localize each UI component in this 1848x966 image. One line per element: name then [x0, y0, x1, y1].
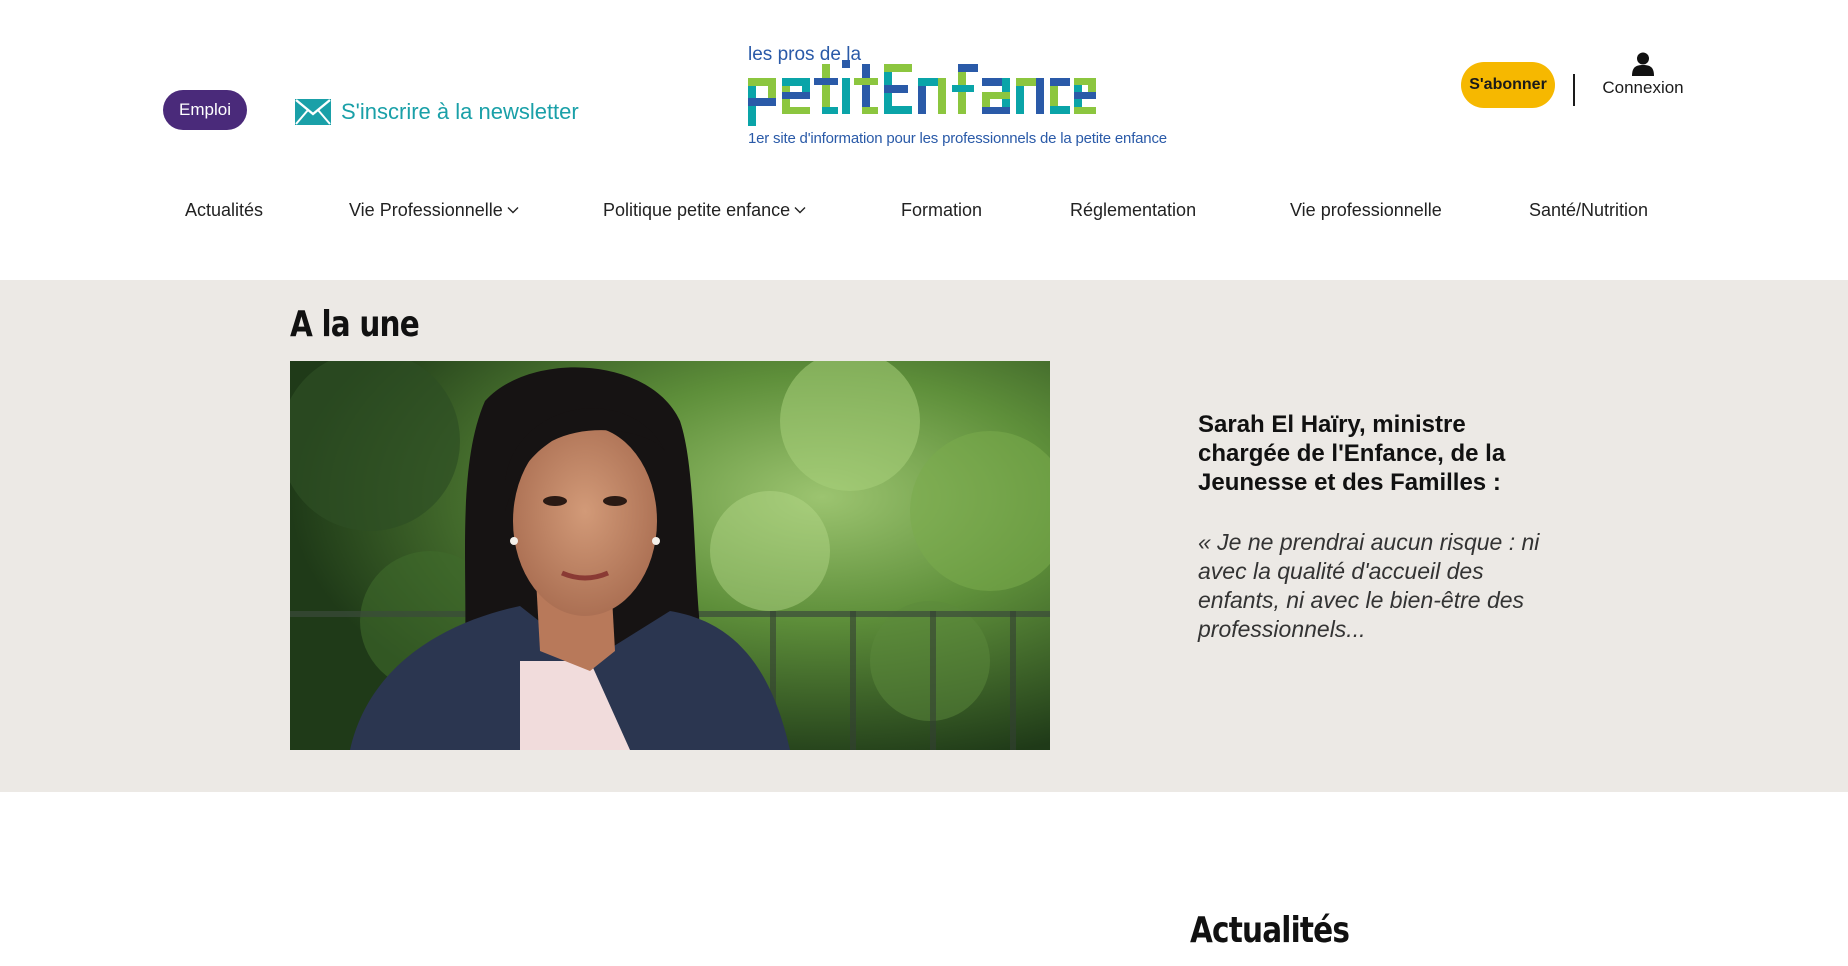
nav-item-vie-professionnelle[interactable]: Vie professionnelle — [1290, 193, 1442, 227]
nav-item-label: Santé/Nutrition — [1529, 199, 1649, 220]
nav-item-sante-nutrition[interactable]: Santé/Nutrition — [1529, 193, 1648, 227]
nav-item-label: Réglementation — [1070, 199, 1197, 220]
featured-section: A la une Sarah El Haïry, ministre chargé… — [0, 280, 1848, 792]
nav-item-label: Vie professionnelle — [1290, 199, 1442, 220]
newsletter-link[interactable]: S'inscrire à la newsletter — [295, 96, 579, 128]
emploi-button[interactable]: Emploi — [163, 90, 247, 130]
envelope-icon — [295, 99, 331, 125]
main-nav: Actualités Vie Professionnelle Politique… — [0, 193, 1848, 227]
nav-item-label: Formation — [901, 199, 983, 220]
nav-item-label: Politique petite enfance — [603, 199, 791, 220]
nav-item-vie-professionnelle-dropdown[interactable]: Vie Professionnelle — [349, 193, 519, 227]
newsletter-label: S'inscrire à la newsletter — [341, 99, 579, 124]
site-logo[interactable]: les pros de la 1er site d'information po… — [744, 34, 1167, 152]
featured-quote: « Je ne prendrai aucun risque : ni avec … — [1198, 529, 1540, 642]
featured-photo[interactable] — [290, 361, 1050, 750]
nav-item-actualites[interactable]: Actualités — [185, 193, 263, 227]
header-divider — [1573, 74, 1575, 106]
subscribe-button[interactable]: S'abonner — [1461, 62, 1555, 108]
login-link[interactable]: Connexion — [1598, 52, 1688, 98]
section-title-actualites: Actualités — [1190, 910, 1350, 951]
user-icon — [1632, 52, 1654, 76]
portrait-photo — [290, 361, 1050, 750]
nav-item-formation[interactable]: Formation — [901, 193, 982, 227]
chevron-down-icon — [794, 207, 806, 214]
logo-wordmark — [748, 60, 1096, 126]
nav-item-politique-petite-enfance[interactable]: Politique petite enfance — [603, 193, 806, 227]
section-title-a-la-une: A la une — [290, 304, 420, 345]
site-header: Emploi S'inscrire à la newsletter les pr… — [0, 0, 1848, 280]
login-label: Connexion — [1602, 78, 1684, 97]
chevron-down-icon — [507, 207, 519, 214]
nav-item-label: Actualités — [185, 199, 264, 220]
logo-tagline: 1er site d'information pour les professi… — [748, 130, 1167, 147]
nav-item-label: Vie Professionnelle — [349, 199, 503, 220]
featured-headline[interactable]: Sarah El Haïry, ministre chargée de l'En… — [1198, 410, 1558, 497]
nav-item-reglementation[interactable]: Réglementation — [1070, 193, 1196, 227]
